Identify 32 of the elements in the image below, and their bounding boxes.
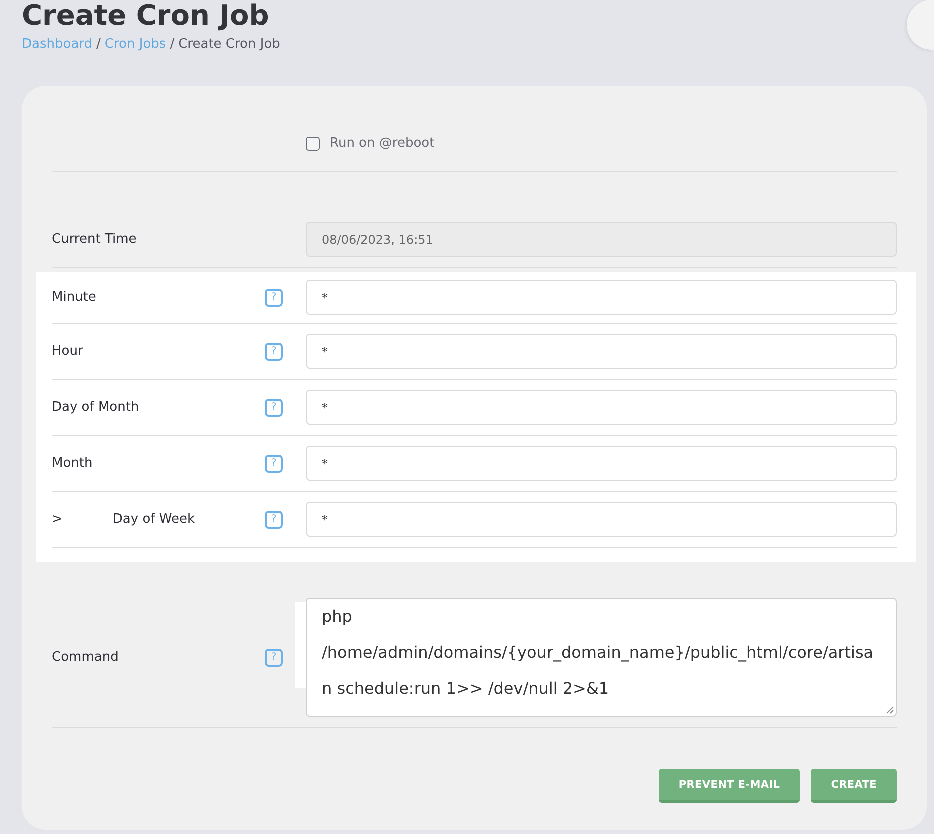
text-field[interactable]: * — [306, 502, 897, 537]
field-label: Hour — [52, 344, 84, 359]
breadcrumb-separator: / — [170, 37, 175, 53]
field-label: Day of Month — [52, 400, 140, 415]
field-label: Command — [52, 650, 120, 665]
help-icon[interactable]: ? — [265, 342, 283, 360]
text-field[interactable]: * — [306, 280, 897, 315]
help-icon[interactable]: ? — [265, 288, 283, 306]
help-icon[interactable]: ? — [265, 398, 283, 416]
text-field[interactable]: * — [306, 334, 897, 369]
row-prefix: > — [52, 512, 63, 527]
action-button[interactable]: PREVENT E-MAIL — [658, 769, 800, 803]
text-field[interactable]: * — [306, 446, 897, 481]
field-label: Minute — [52, 290, 96, 305]
breadcrumb-separator: / — [96, 37, 101, 53]
text-field[interactable]: * — [306, 390, 897, 425]
help-icon[interactable]: ? — [265, 454, 283, 472]
resize-handle-icon[interactable] — [886, 706, 894, 714]
command-textarea[interactable]: php /home/admin/domains/{your_domain_name}/public_html/core/artisan schedule:run 1>> /dev/null 2>&1 — [306, 598, 897, 717]
breadcrumb-current: Create Cron Job — [178, 37, 280, 53]
action-button[interactable]: CREATE — [811, 769, 897, 803]
current-time-field[interactable]: 08/06/2023, 16:51 — [306, 222, 897, 257]
help-icon[interactable]: ? — [265, 510, 283, 528]
reboot-checkbox[interactable] — [306, 136, 320, 150]
breadcrumb-link[interactable]: Cron Jobs — [104, 37, 166, 53]
field-label: Current Time — [52, 232, 138, 247]
help-icon[interactable]: ? — [265, 648, 283, 666]
checkbox-label: Run on @reboot — [330, 136, 435, 151]
page-title: Create Cron Job — [22, 0, 270, 32]
breadcrumb-link[interactable]: Dashboard — [22, 37, 93, 53]
field-label: Month — [52, 456, 93, 471]
field-label: Day of Week — [112, 512, 195, 527]
